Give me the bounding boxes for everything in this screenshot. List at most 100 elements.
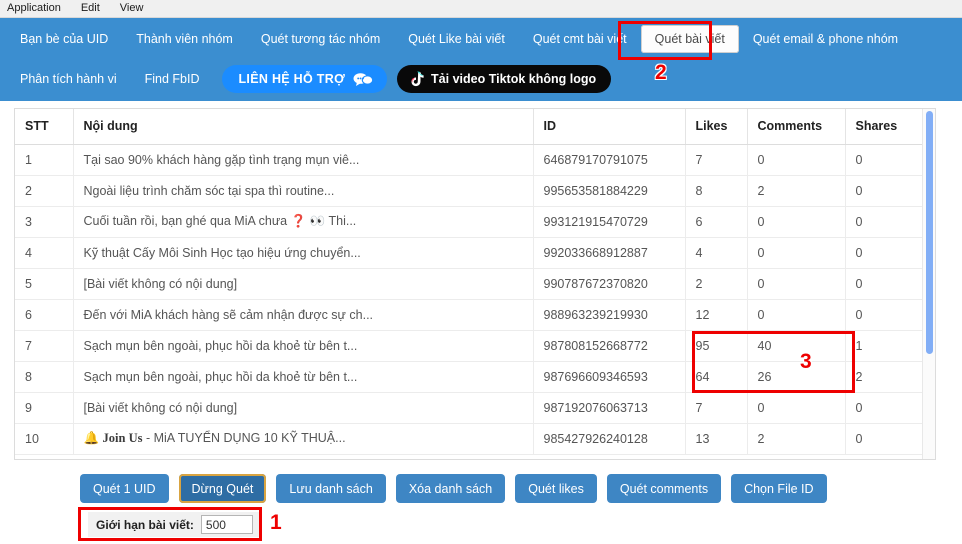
posts-table-body: 1 Tại sao 90% khách hàng gặp tình trạng m… <box>15 144 923 455</box>
stop-scan-button[interactable]: Dừng Quét <box>178 474 267 503</box>
cell-noi-dung: Kỹ thuật Cấy Môi Sinh Học tạo hiệu ứng c… <box>73 237 534 269</box>
cell-id: 985427926240128 <box>533 423 686 455</box>
application-window: Application Edit View Bạn bè của UID Thà… <box>0 0 962 544</box>
cell-stt: 5 <box>15 268 74 300</box>
cell-likes: 7 <box>685 144 748 176</box>
cell-shares: 0 <box>845 392 923 424</box>
nav-tab-quet-bai-viet[interactable]: Quét bài viết <box>640 24 739 53</box>
annotation-number-3: 3 <box>800 350 812 373</box>
nav-tab-find-fbid[interactable]: Find FbID <box>131 65 214 93</box>
cell-comments: 0 <box>747 144 846 176</box>
table-row[interactable]: 7 Sạch mụn bên ngoài, phục hồi da khoẻ từ… <box>15 330 923 362</box>
post-text-remainder: - MiA TUYỂN DỤNG 10 KỸ THUẬ... <box>142 431 346 445</box>
table-row[interactable]: 6 Đến với MiA khách hàng sẽ cảm nhận được… <box>15 299 923 331</box>
column-header-stt[interactable]: STT <box>15 109 74 145</box>
cell-stt: 8 <box>15 361 74 393</box>
tiktok-download-button[interactable]: Tải video Tiktok không logo <box>397 65 612 93</box>
menu-item-application[interactable]: Application <box>4 0 64 17</box>
cell-comments: 0 <box>747 392 846 424</box>
cell-likes: 8 <box>685 175 748 207</box>
nav-tab-quet-like-bai-viet[interactable]: Quét Like bài viết <box>394 25 519 53</box>
cell-shares: 2 <box>845 361 923 393</box>
cell-comments: 0 <box>747 299 846 331</box>
table-scrollbar-thumb[interactable] <box>926 111 933 354</box>
choose-file-id-button[interactable]: Chọn File ID <box>731 474 827 503</box>
column-header-id[interactable]: ID <box>533 109 686 145</box>
cell-noi-dung: Sạch mụn bên ngoài, phục hồi da khoẻ từ … <box>73 330 534 362</box>
table-row[interactable]: 8 Sạch mụn bên ngoài, phục hồi da khoẻ từ… <box>15 361 923 393</box>
cell-likes: 4 <box>685 237 748 269</box>
cell-id: 988963239219930 <box>533 299 686 331</box>
table-vertical-scrollbar[interactable] <box>922 109 935 459</box>
nav-tab-ban-be-cua-uid[interactable]: Bạn bè của UID <box>6 25 122 53</box>
nav-tab-quet-tuong-tac-nhom[interactable]: Quét tương tác nhóm <box>247 25 394 53</box>
scan-likes-button[interactable]: Quét likes <box>515 474 597 503</box>
cell-id: 987696609346593 <box>533 361 686 393</box>
menu-item-edit[interactable]: Edit <box>78 0 103 17</box>
cell-stt: 6 <box>15 299 74 331</box>
table-row[interactable]: 9 [Bài viết không có nội dung] 98719207606… <box>15 392 923 424</box>
nav-row-primary: Bạn bè của UID Thành viên nhóm Quét tươn… <box>0 18 962 59</box>
cell-comments: 0 <box>747 237 846 269</box>
table-row[interactable]: 3 Cuối tuần rồi, bạn ghé qua MiA chưa ❓ 👀… <box>15 206 923 238</box>
nav-tab-quet-cmt-bai-viet[interactable]: Quét cmt bài viết <box>519 25 641 53</box>
tiktok-button-label: Tải video Tiktok không logo <box>431 72 597 86</box>
table-row[interactable]: 10 🔔 Join Us - MiA TUYỂN DỤNG 10 KỸ THUẬ.… <box>15 423 923 455</box>
cell-likes: 6 <box>685 206 748 238</box>
nav-tab-quet-email-phone-nhom[interactable]: Quét email & phone nhóm <box>739 25 912 53</box>
cell-comments: 2 <box>747 175 846 207</box>
cell-id: 987192076063713 <box>533 392 686 424</box>
nav-tab-phan-tich-hanh-vi[interactable]: Phân tích hành vi <box>6 65 131 93</box>
cell-stt: 3 <box>15 206 74 238</box>
join-us-emphasis: Join Us <box>102 431 143 445</box>
cell-shares: 0 <box>845 175 923 207</box>
cell-likes: 12 <box>685 299 748 331</box>
column-header-likes[interactable]: Likes <box>685 109 748 145</box>
cell-comments: 2 <box>747 423 846 455</box>
cell-noi-dung: [Bài viết không có nội dung] <box>73 268 534 300</box>
cell-shares: 0 <box>845 423 923 455</box>
posts-table-head: STT Nội dung ID Likes Comments Shares <box>15 109 923 145</box>
cell-likes: 13 <box>685 423 748 455</box>
post-text-before-emoji: Cuối tuần rồi, bạn ghé qua MiA chưa <box>83 214 291 228</box>
cell-shares: 0 <box>845 144 923 176</box>
table-row[interactable]: 1 Tại sao 90% khách hàng gặp tình trạng m… <box>15 144 923 176</box>
post-limit-input[interactable] <box>200 515 253 534</box>
navigation-bar: Bạn bè của UID Thành viên nhóm Quét tươn… <box>0 18 962 101</box>
column-header-shares[interactable]: Shares <box>845 109 923 145</box>
menu-item-view[interactable]: View <box>117 0 147 17</box>
support-contact-button[interactable]: LIÊN HỆ HỖ TRỢ <box>221 65 388 93</box>
post-limit-label: Giới hạn bài viết: <box>96 517 194 532</box>
cell-noi-dung: 🔔 Join Us - MiA TUYỂN DỤNG 10 KỸ THUẬ... <box>73 423 534 455</box>
cell-id: 992033668912887 <box>533 237 686 269</box>
tiktok-note-icon <box>408 71 424 88</box>
table-header-row: STT Nội dung ID Likes Comments Shares <box>15 109 923 145</box>
cell-likes: 2 <box>685 268 748 300</box>
annotation-number-1: 1 <box>270 511 282 534</box>
scan-one-uid-button[interactable]: Quét 1 UID <box>80 474 169 503</box>
nav-tab-thanh-vien-nhom[interactable]: Thành viên nhóm <box>122 25 247 53</box>
cell-comments: 0 <box>747 268 846 300</box>
column-header-comments[interactable]: Comments <box>747 109 846 145</box>
save-list-button[interactable]: Lưu danh sách <box>276 474 386 503</box>
delete-list-button[interactable]: Xóa danh sách <box>395 474 506 503</box>
cell-id: 995653581884229 <box>533 175 686 207</box>
cell-noi-dung: [Bài viết không có nội dung] <box>73 392 534 424</box>
cell-shares: 0 <box>845 206 923 238</box>
cell-likes: 64 <box>685 361 748 393</box>
posts-table: STT Nội dung ID Likes Comments Shares 1T… <box>15 109 923 455</box>
post-limit-group: Giới hạn bài viết: <box>88 512 261 537</box>
cell-shares: 0 <box>845 237 923 269</box>
cell-stt: 4 <box>15 237 74 269</box>
table-row[interactable]: 2 Ngoài liệu trình chăm sóc tại spa thì r… <box>15 175 923 207</box>
nav-row-secondary: Phân tích hành vi Find FbID LIÊN HỆ HỖ T… <box>0 59 962 99</box>
table-row[interactable]: 4 Kỹ thuật Cấy Môi Sinh Học tạo hiệu ứng … <box>15 237 923 269</box>
cell-likes: 7 <box>685 392 748 424</box>
table-row[interactable]: 5 [Bài viết không có nội dung] 99078767237… <box>15 268 923 300</box>
scan-comments-button[interactable]: Quét comments <box>606 474 722 503</box>
cell-comments: 40 <box>747 330 846 362</box>
menu-bar: Application Edit View <box>0 0 962 18</box>
cell-stt: 7 <box>15 330 74 362</box>
cell-comments: 0 <box>747 206 846 238</box>
column-header-noi-dung[interactable]: Nội dung <box>73 109 534 145</box>
